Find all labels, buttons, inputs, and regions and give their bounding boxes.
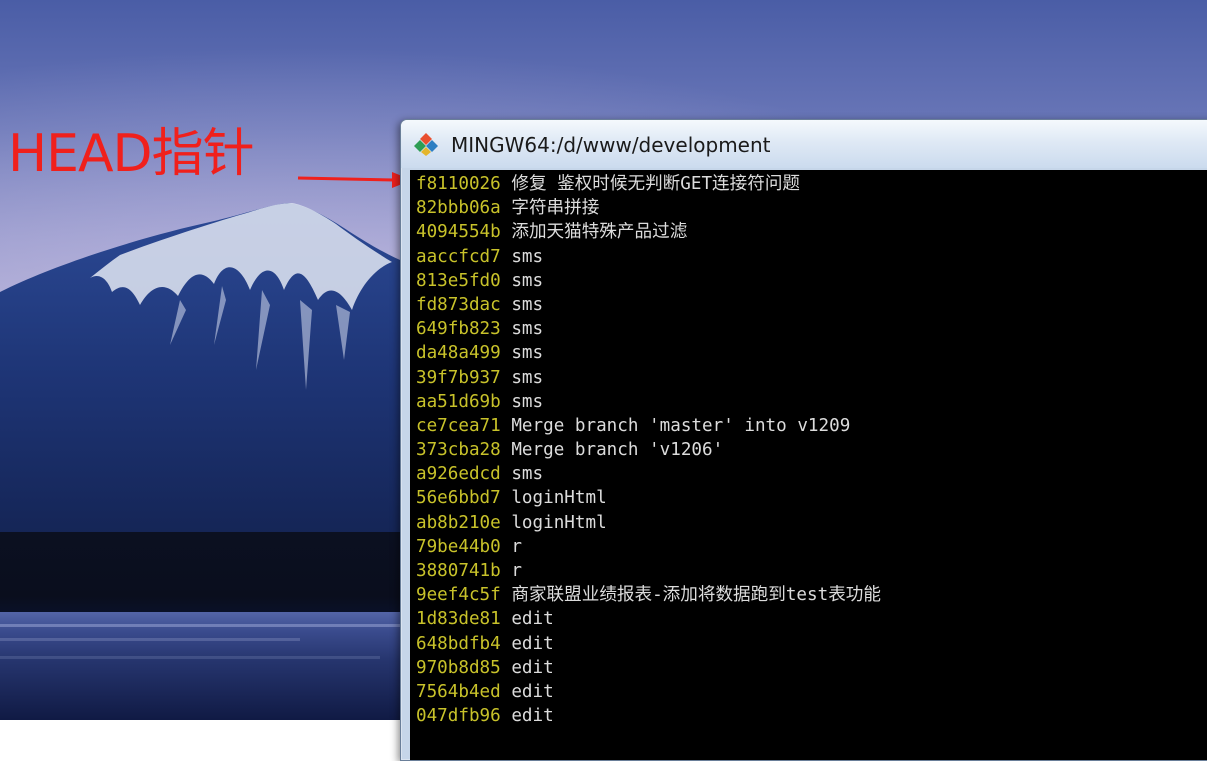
commit-hash: 970b8d85 [416,657,501,678]
commit-hash: 4094554b [416,222,501,243]
log-line: 4094554b 添加天猫特殊产品过滤 [416,220,881,244]
log-line: 970b8d85 edit [416,656,881,680]
commit-hash: a926edcd [416,464,501,485]
commit-hash: 373cba28 [416,440,501,461]
log-line: 047dfb96 edit [416,704,881,728]
terminal-window[interactable]: MINGW64:/d/www/development f8110026 修复 鉴… [400,119,1207,761]
log-line: 9eef4c5f 商家联盟业绩报表-添加将数据跑到test表功能 [416,583,881,607]
commit-hash: 1d83de81 [416,609,501,630]
log-line: aaccfcd7 sms [416,245,881,269]
head-pointer-label: HEAD指针 [8,124,255,184]
commit-message: 修复 鉴权时候无判断GET连接符问题 [511,174,801,194]
log-line: 1d83de81 edit [416,607,881,631]
log-line: 79be44b0 r [416,535,881,559]
log-line: fd873dac sms [416,293,881,317]
commit-message: loginHtml [511,512,607,533]
commit-hash: 648bdfb4 [416,633,501,654]
commit-message: 添加天猫特殊产品过滤 [511,222,688,243]
commit-message: edit [511,706,554,727]
commit-message: sms [511,367,544,388]
commit-hash: 56e6bbd7 [416,488,501,509]
commit-message: sms [511,319,544,340]
commit-hash: 047dfb96 [416,706,501,727]
git-icon [414,133,438,156]
commit-message: sms [511,464,544,485]
commit-message: r [511,561,522,581]
commit-message: 商家联盟业绩报表-添加将数据跑到test表功能 [511,585,881,606]
log-line: 649fb823 sms [416,317,881,341]
log-line: ce7cea71 Merge branch 'master' into v120… [416,414,881,438]
commit-message: edit [511,681,554,702]
log-line: 373cba28 Merge branch 'v1206' [416,438,881,462]
commit-hash: 649fb823 [416,319,501,340]
log-line: 813e5fd0 sms [416,269,881,293]
commit-hash: 79be44b0 [416,536,501,557]
treeline [0,532,420,624]
commit-hash: f8110026 [416,174,501,194]
commit-hash: 82bbb06a [416,198,501,219]
log-line: 3880741b r [416,559,881,583]
commit-message: sms [511,294,544,315]
commit-hash: ce7cea71 [416,415,501,436]
commit-hash: aa51d69b [416,391,501,412]
log-line: da48a499 sms [416,341,881,365]
commit-message: edit [511,657,554,678]
commit-hash: ab8b210e [416,512,501,533]
commit-hash: 813e5fd0 [416,270,501,291]
commit-message: Merge branch 'v1206' [511,440,724,461]
commit-message: 字符串拼接 [511,198,600,219]
log-line: 7564b4ed edit [416,680,881,704]
log-line: aa51d69b sms [416,390,881,414]
log-line: f8110026 修复 鉴权时候无判断GET连接符问题 [416,172,881,196]
git-log-output: f8110026 修复 鉴权时候无判断GET连接符问题 82bbb06a 字符串拼… [416,172,881,728]
lake [0,612,420,720]
log-line: 39f7b937 sms [416,366,881,390]
commit-hash: 9eef4c5f [416,585,501,606]
commit-message: r [511,536,522,557]
window-title: MINGW64:/d/www/development [451,133,771,157]
commit-hash: da48a499 [416,343,501,364]
commit-hash: aaccfcd7 [416,246,501,267]
log-line: 56e6bbd7 loginHtml [416,486,881,510]
title-bar[interactable]: MINGW64:/d/www/development [401,120,1207,168]
log-line: ab8b210e loginHtml [416,511,881,535]
console-area[interactable]: f8110026 修复 鉴权时候无判断GET连接符问题 82bbb06a 字符串拼… [410,170,1207,760]
commit-hash: 7564b4ed [416,681,501,702]
log-line: 82bbb06a 字符串拼接 [416,196,881,220]
commit-message: sms [511,391,544,412]
log-line: 648bdfb4 edit [416,632,881,656]
commit-hash: 39f7b937 [416,367,501,388]
commit-message: sms [511,246,544,267]
commit-hash: fd873dac [416,294,501,315]
commit-message: edit [511,633,554,654]
arrow-icon [297,172,412,188]
commit-message: loginHtml [511,488,607,509]
log-line: a926edcd sms [416,462,881,486]
commit-message: Merge branch 'master' into v1209 [511,415,851,436]
commit-message: edit [511,609,554,630]
commit-message: sms [511,270,544,291]
commit-message: sms [511,343,544,364]
commit-hash: 3880741b [416,561,501,581]
